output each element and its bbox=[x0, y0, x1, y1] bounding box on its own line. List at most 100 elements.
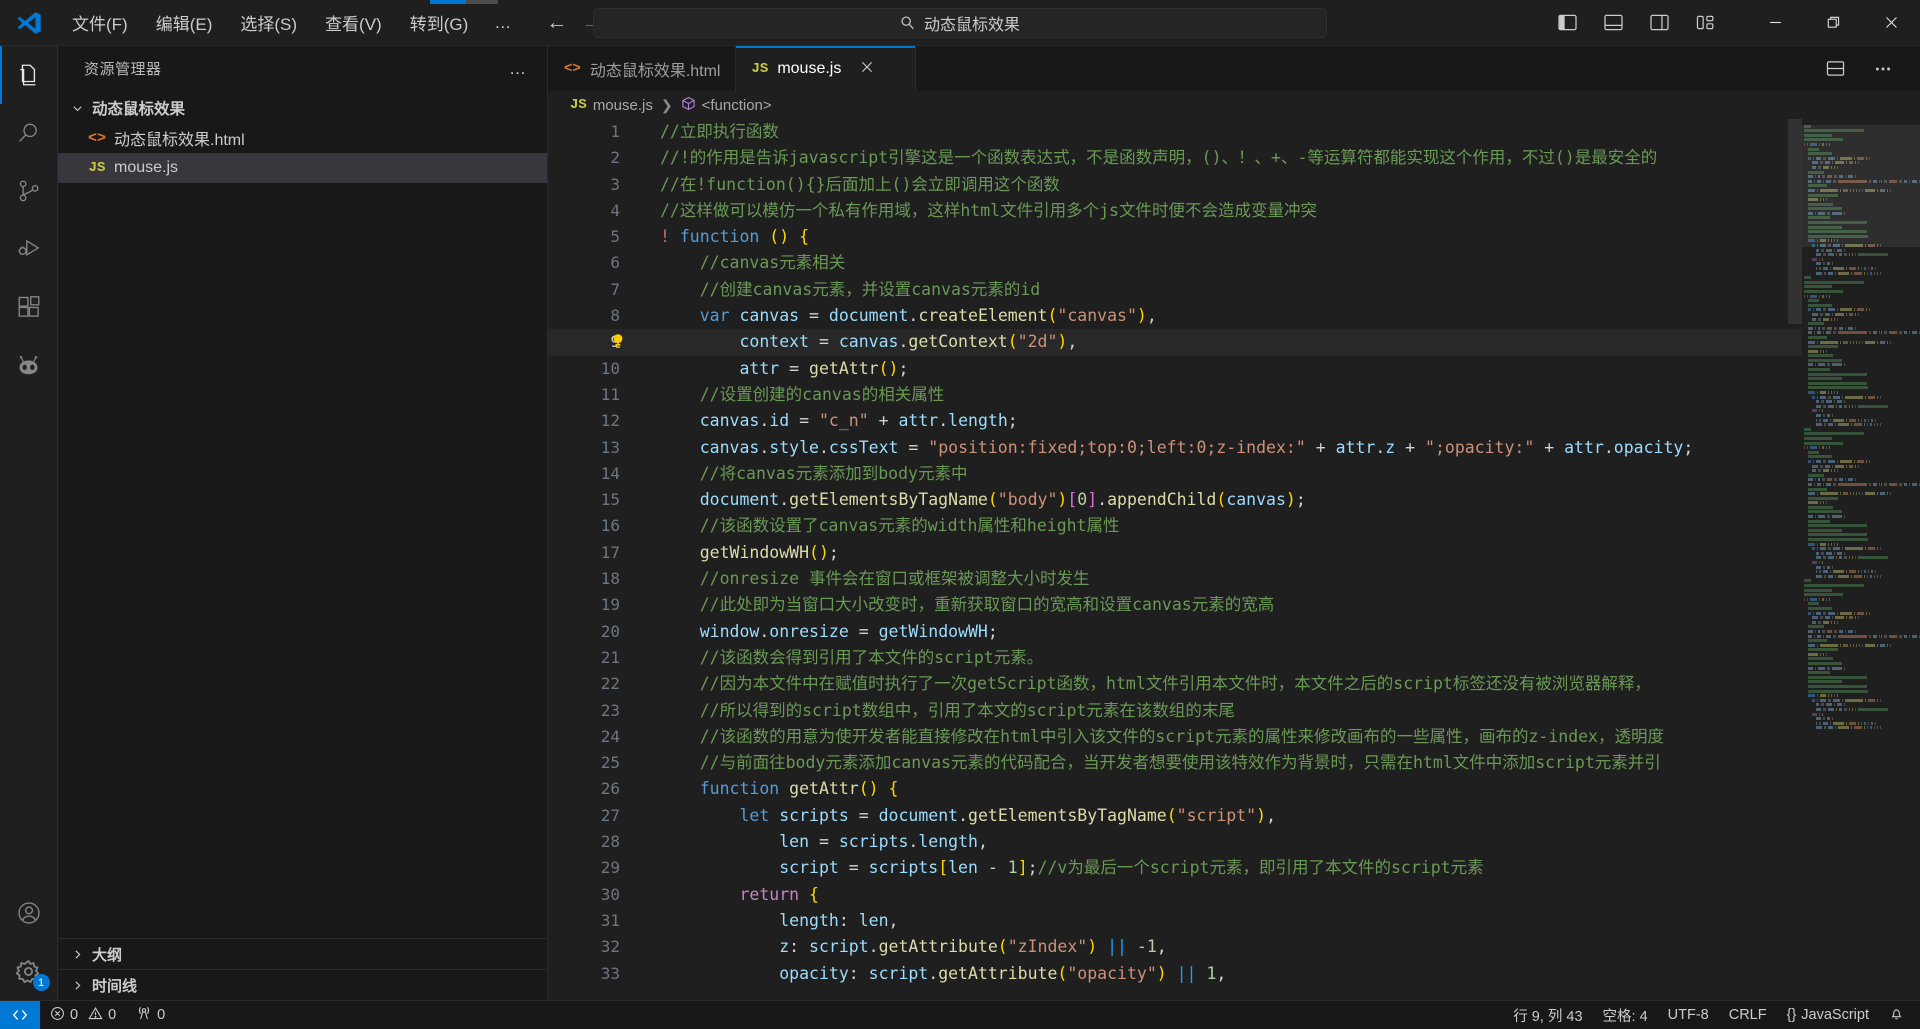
minimap-slider[interactable] bbox=[1802, 125, 1920, 247]
status-ports[interactable]: 0 bbox=[126, 1001, 175, 1029]
scrollbar-thumb[interactable] bbox=[1788, 119, 1802, 324]
menu-selection[interactable]: 选择(S) bbox=[226, 5, 311, 40]
code-editor[interactable]: 1 //立即执行函数 2 //!的作用是告诉javascript引擎这是一个函数表达式… bbox=[548, 119, 1920, 1000]
toggle-secondary-sidebar-icon[interactable] bbox=[1636, 4, 1682, 42]
menu-go[interactable]: 转到(G) bbox=[396, 5, 483, 40]
code-line[interactable]: 26 function getAttr() { bbox=[548, 776, 1802, 802]
code-line[interactable]: 32 z: script.getAttribute("zIndex") || -… bbox=[548, 934, 1802, 960]
code-line[interactable]: 28 len = scripts.length, bbox=[548, 829, 1802, 855]
menu-bar: 文件(F) 编辑(E) 选择(S) 查看(V) 转到(G) … bbox=[58, 5, 524, 40]
menu-file[interactable]: 文件(F) bbox=[58, 5, 142, 40]
code-line[interactable]: 31 length: len, bbox=[548, 908, 1802, 934]
line-number: 31 bbox=[600, 910, 620, 930]
code-line[interactable]: 7 //创建canvas元素，并设置canvas元素的id bbox=[548, 277, 1802, 303]
code-line[interactable]: 24 //该函数的用意为使开发者能直接修改在html中引入该文件的script元… bbox=[548, 724, 1802, 750]
activity-item-run-and-debug[interactable] bbox=[0, 220, 58, 278]
editor-tabs-bar: <> 动态鼠标效果.html JS mouse.js bbox=[548, 46, 1920, 91]
minimize-button[interactable] bbox=[1746, 0, 1804, 46]
activity-item-accounts[interactable] bbox=[0, 884, 58, 942]
activity-item-manage-settings[interactable]: 1 bbox=[0, 942, 58, 1000]
go-back-icon[interactable]: ← bbox=[546, 12, 567, 33]
status-problems[interactable]: 0 0 bbox=[40, 1001, 126, 1029]
tree-item-js-file[interactable]: JS mouse.js bbox=[58, 153, 547, 183]
status-language-mode[interactable]: {} JavaScript bbox=[1777, 1001, 1879, 1029]
code-line[interactable]: 19 //此处即为当窗口大小改变时，重新获取窗口的宽高和设置canvas元素的宽… bbox=[548, 592, 1802, 618]
tree-item-label: mouse.js bbox=[114, 159, 179, 176]
code-line[interactable]: 10 attr = getAttr(); bbox=[548, 356, 1802, 382]
code-line[interactable]: 8 var canvas = document.createElement("c… bbox=[548, 303, 1802, 329]
code-line[interactable]: 12 canvas.id = "c_n" + attr.length; bbox=[548, 408, 1802, 434]
status-bar: 0 0 0 行 9, 列 43 空格: 4 UTF-8 CRLF {} Java… bbox=[0, 1000, 1920, 1029]
tree-item-html-file[interactable]: <> 动态鼠标效果.html bbox=[58, 123, 547, 153]
code-line[interactable]: 25 //与前面往body元素添加canvas元素的代码配合，当开发者想要使用该… bbox=[548, 750, 1802, 776]
code-line[interactable]: 22 //因为本文件中在赋值时执行了一次getScript函数，html文件引用… bbox=[548, 671, 1802, 697]
menu-view[interactable]: 查看(V) bbox=[311, 5, 396, 40]
tree-item-folder[interactable]: 动态鼠标效果 bbox=[58, 93, 547, 123]
code-line[interactable]: 4 //这样做可以模仿一个私有作用域，这样html文件引用多个js文件时便不会造成… bbox=[548, 198, 1802, 224]
editor-more-actions-icon[interactable] bbox=[1860, 50, 1906, 88]
activity-item-search[interactable] bbox=[0, 104, 58, 162]
tree-item-label: 动态鼠标效果 bbox=[92, 101, 186, 118]
code-line[interactable]: 17 getWindowWH(); bbox=[548, 540, 1802, 566]
breadcrumb-file[interactable]: JS mouse.js bbox=[570, 97, 653, 114]
activity-item-copilot[interactable] bbox=[0, 336, 58, 394]
code-content[interactable]: 1 //立即执行函数 2 //!的作用是告诉javascript引擎这是一个函数表达式… bbox=[548, 119, 1802, 1000]
error-count: 0 bbox=[70, 1007, 79, 1023]
sidebar-sections: 大纲 时间线 bbox=[58, 938, 547, 1000]
activity-item-extensions[interactable] bbox=[0, 278, 58, 336]
code-line[interactable]: 9 context = canvas.getContext("2d"), bbox=[548, 329, 1802, 356]
code-line[interactable]: 2 //!的作用是告诉javascript引擎这是一个函数表达式，不是函数声明，(… bbox=[548, 145, 1802, 171]
status-eol[interactable]: CRLF bbox=[1719, 1001, 1777, 1029]
code-line[interactable]: 11 //设置创建的canvas的相关属性 bbox=[548, 382, 1802, 408]
code-line[interactable]: 29 script = scripts[len - 1];//v为最后一个scr… bbox=[548, 855, 1802, 881]
close-button[interactable] bbox=[1862, 0, 1920, 46]
menu-more-icon[interactable]: … bbox=[482, 10, 524, 36]
code-line[interactable]: 1 //立即执行函数 bbox=[548, 119, 1802, 145]
status-notifications[interactable] bbox=[1879, 1001, 1914, 1029]
editor-vertical-scrollbar[interactable] bbox=[1788, 119, 1802, 1000]
sidebar-more-actions-icon[interactable]: … bbox=[509, 59, 527, 79]
section-timeline[interactable]: 时间线 bbox=[58, 969, 547, 1000]
code-line[interactable]: 15 document.getElementsByTagName("body")… bbox=[548, 487, 1802, 513]
code-text: //该函数设置了canvas元素的width属性和height属性 bbox=[699, 516, 1120, 536]
command-center[interactable]: 动态鼠标效果 bbox=[593, 7, 1327, 38]
code-line[interactable]: 20 window.onresize = getWindowWH; bbox=[548, 619, 1802, 645]
status-encoding[interactable]: UTF-8 bbox=[1658, 1001, 1719, 1029]
code-line[interactable]: 33 opacity: script.getAttribute("opacity… bbox=[548, 961, 1802, 987]
code-line[interactable]: 6 //canvas元素相关 bbox=[548, 250, 1802, 276]
remote-indicator[interactable] bbox=[0, 1000, 40, 1029]
breadcrumb-symbol[interactable]: <function> bbox=[681, 96, 772, 115]
tab-mouse-js[interactable]: JS mouse.js bbox=[735, 46, 916, 91]
close-tab-icon[interactable] bbox=[860, 59, 874, 79]
editor-minimap[interactable] bbox=[1802, 119, 1920, 1000]
section-outline[interactable]: 大纲 bbox=[58, 938, 547, 969]
code-line[interactable]: 16 //该函数设置了canvas元素的width属性和height属性 bbox=[548, 513, 1802, 539]
status-indentation[interactable]: 空格: 4 bbox=[1593, 1001, 1658, 1029]
toggle-panel-icon[interactable] bbox=[1590, 4, 1636, 42]
status-bar-right: 行 9, 列 43 空格: 4 UTF-8 CRLF {} JavaScript bbox=[1503, 1001, 1920, 1029]
activity-item-source-control[interactable] bbox=[0, 162, 58, 220]
code-text: ! function () { bbox=[660, 227, 810, 247]
code-line[interactable]: 5 ! function () { bbox=[548, 224, 1802, 250]
code-line[interactable]: 30 return { bbox=[548, 882, 1802, 908]
code-text: opacity: script.getAttribute("opacity") … bbox=[779, 963, 1227, 983]
customize-layout-icon[interactable] bbox=[1682, 4, 1728, 42]
code-line[interactable]: 18 //onresize 事件会在窗口或框架被调整大小时发生 bbox=[548, 566, 1802, 592]
line-number: 11 bbox=[600, 384, 620, 404]
activity-item-explorer[interactable] bbox=[0, 46, 58, 104]
menu-edit[interactable]: 编辑(E) bbox=[142, 5, 227, 40]
command-center-text: 动态鼠标效果 bbox=[923, 16, 1020, 34]
restore-button[interactable] bbox=[1804, 0, 1862, 46]
code-line[interactable]: 13 canvas.style.cssText = "position:fixe… bbox=[548, 435, 1802, 461]
html-file-icon: <> bbox=[564, 60, 581, 77]
code-line[interactable]: 21 //该函数会得到引用了本文件的script元素。 bbox=[548, 645, 1802, 671]
code-line[interactable]: 14 //将canvas元素添加到body元素中 bbox=[548, 461, 1802, 487]
code-text: //与前面往body元素添加canvas元素的代码配合，当开发者想要使用该特效作… bbox=[699, 753, 1661, 773]
toggle-primary-sidebar-icon[interactable] bbox=[1544, 4, 1590, 42]
code-line[interactable]: 3 //在!function(){}后面加上()会立即调用这个函数 bbox=[548, 172, 1802, 198]
code-line[interactable]: 23 //所以得到的script数组中，引用了本文的script元素在该数组的末… bbox=[548, 698, 1802, 724]
tab-html[interactable]: <> 动态鼠标效果.html bbox=[548, 46, 736, 91]
status-cursor-position[interactable]: 行 9, 列 43 bbox=[1503, 1001, 1592, 1029]
split-editor-icon[interactable] bbox=[1812, 50, 1858, 88]
code-line[interactable]: 27 let scripts = document.getElementsByT… bbox=[548, 803, 1802, 829]
